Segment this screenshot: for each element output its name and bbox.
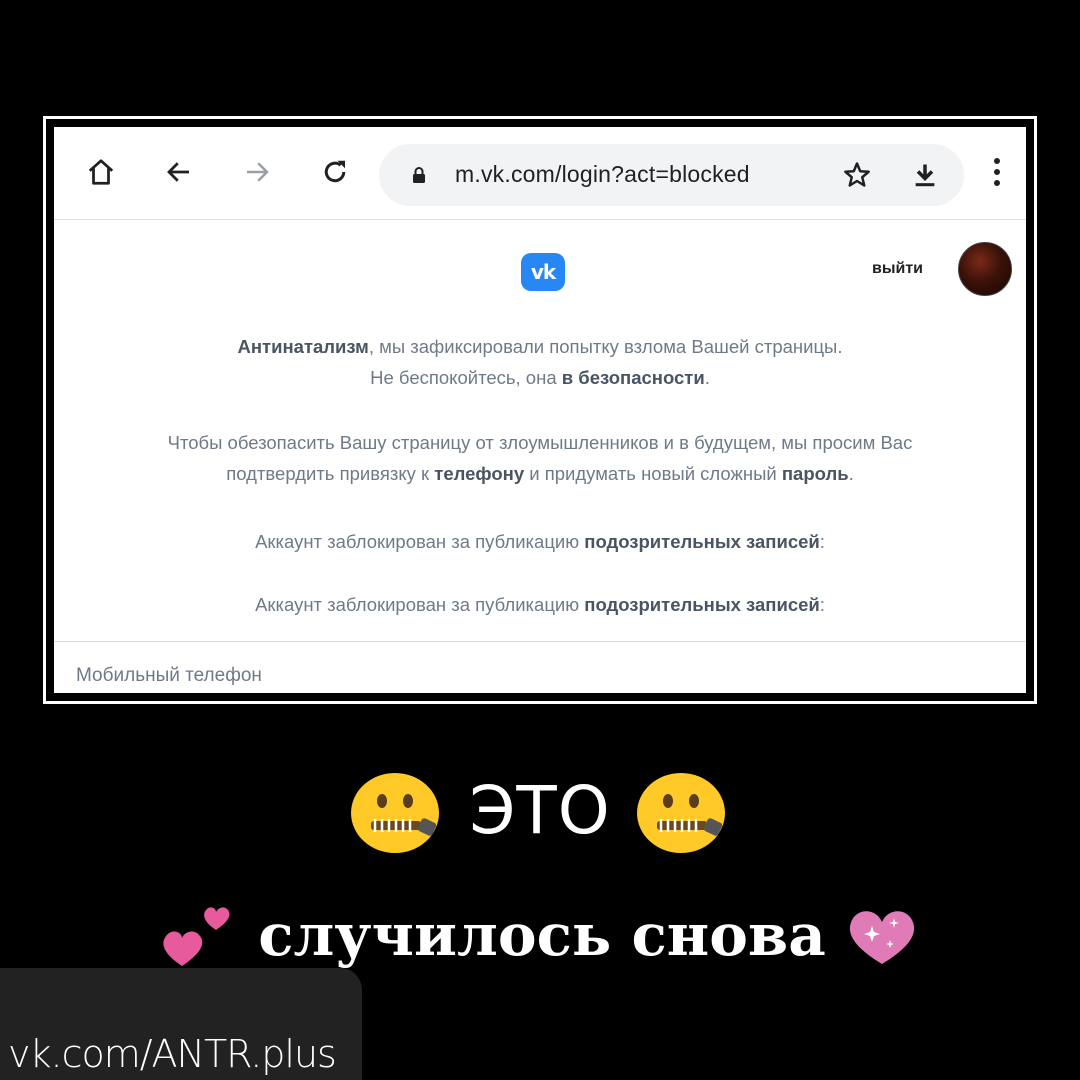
- star-icon[interactable]: [842, 160, 872, 190]
- logout-link[interactable]: выйти: [872, 260, 923, 278]
- period: .: [848, 463, 854, 484]
- caption-subtitle-text: случилось снова: [258, 901, 826, 969]
- two-hearts-icon: [163, 907, 230, 966]
- blocked-reason: Аккаунт заблокирован за публикацию подоз…: [54, 589, 1026, 620]
- address-bar[interactable]: m.vk.com/login?act=blocked: [379, 144, 964, 206]
- suspicious-posts: подозрительных записей: [584, 594, 820, 615]
- suspicious-posts: подозрительных записей: [584, 531, 820, 552]
- url-text[interactable]: m.vk.com/login?act=blocked: [455, 161, 750, 188]
- lock-icon: [413, 167, 425, 183]
- browser-toolbar: m.vk.com/login?act=blocked: [54, 127, 1026, 220]
- security-request-line2: подтвердить привязку к телефону и придум…: [54, 458, 1026, 489]
- caption-subtitle: случилось снова: [0, 895, 1080, 975]
- vk-logo[interactable]: vk: [521, 253, 565, 291]
- home-icon[interactable]: [84, 155, 118, 189]
- back-icon[interactable]: [162, 155, 196, 189]
- caption-title: ЭТО: [0, 760, 1080, 860]
- security-request-line1: Чтобы обезопасить Вашу страницу от злоум…: [167, 432, 913, 453]
- sparkling-heart-icon: [849, 911, 914, 964]
- colon: :: [819, 594, 825, 615]
- divider: [54, 641, 1026, 642]
- zipper-mouth-face-icon: [636, 773, 725, 853]
- blocked-text: Аккаунт заблокирован за публикацию: [255, 594, 585, 615]
- reload-icon[interactable]: [318, 155, 352, 189]
- blocked-reason: Аккаунт заблокирован за публикацию подоз…: [54, 526, 1026, 557]
- hack-notice: Антинатализм, мы зафиксировали попытку в…: [54, 331, 1026, 393]
- watermark: vk.com/ANTR.plus: [8, 1032, 337, 1076]
- caption-word: ЭТО: [469, 771, 611, 849]
- account-name: Антинатализм: [237, 336, 369, 357]
- safe-text: в безопасности: [561, 367, 705, 388]
- download-icon[interactable]: [911, 160, 939, 190]
- colon: :: [819, 531, 825, 552]
- browser-screenshot: m.vk.com/login?act=blocked vk выйти Анти…: [54, 127, 1026, 693]
- blocked-text: Аккаунт заблокирован за публикацию: [255, 531, 585, 552]
- hack-notice-line1: Антинатализм, мы зафиксировали попытку в…: [54, 331, 1026, 362]
- zipper-mouth-face-icon: [351, 773, 440, 853]
- period: .: [704, 367, 710, 388]
- password-word: пароль: [781, 463, 849, 484]
- confirm-text: подтвердить привязку к: [226, 463, 435, 484]
- create-text: и придумать новый сложный: [524, 463, 782, 484]
- avatar[interactable]: [958, 242, 1012, 296]
- phone-word: телефону: [434, 463, 525, 484]
- hack-notice-text: , мы зафиксировали попытку взлома Вашей …: [368, 336, 843, 357]
- vk-logo-text: vk: [530, 260, 556, 284]
- reassure-text: Не беспокойтесь, она: [370, 367, 562, 388]
- hack-notice-line2: Не беспокойтесь, она в безопасности.: [54, 362, 1026, 393]
- demotivator-frame: m.vk.com/login?act=blocked vk выйти Анти…: [43, 116, 1037, 704]
- phone-field[interactable]: Мобильный телефон: [76, 665, 262, 687]
- menu-icon[interactable]: [992, 157, 1002, 187]
- forward-icon[interactable]: [240, 155, 274, 189]
- security-request: Чтобы обезопасить Вашу страницу от злоум…: [54, 427, 1026, 489]
